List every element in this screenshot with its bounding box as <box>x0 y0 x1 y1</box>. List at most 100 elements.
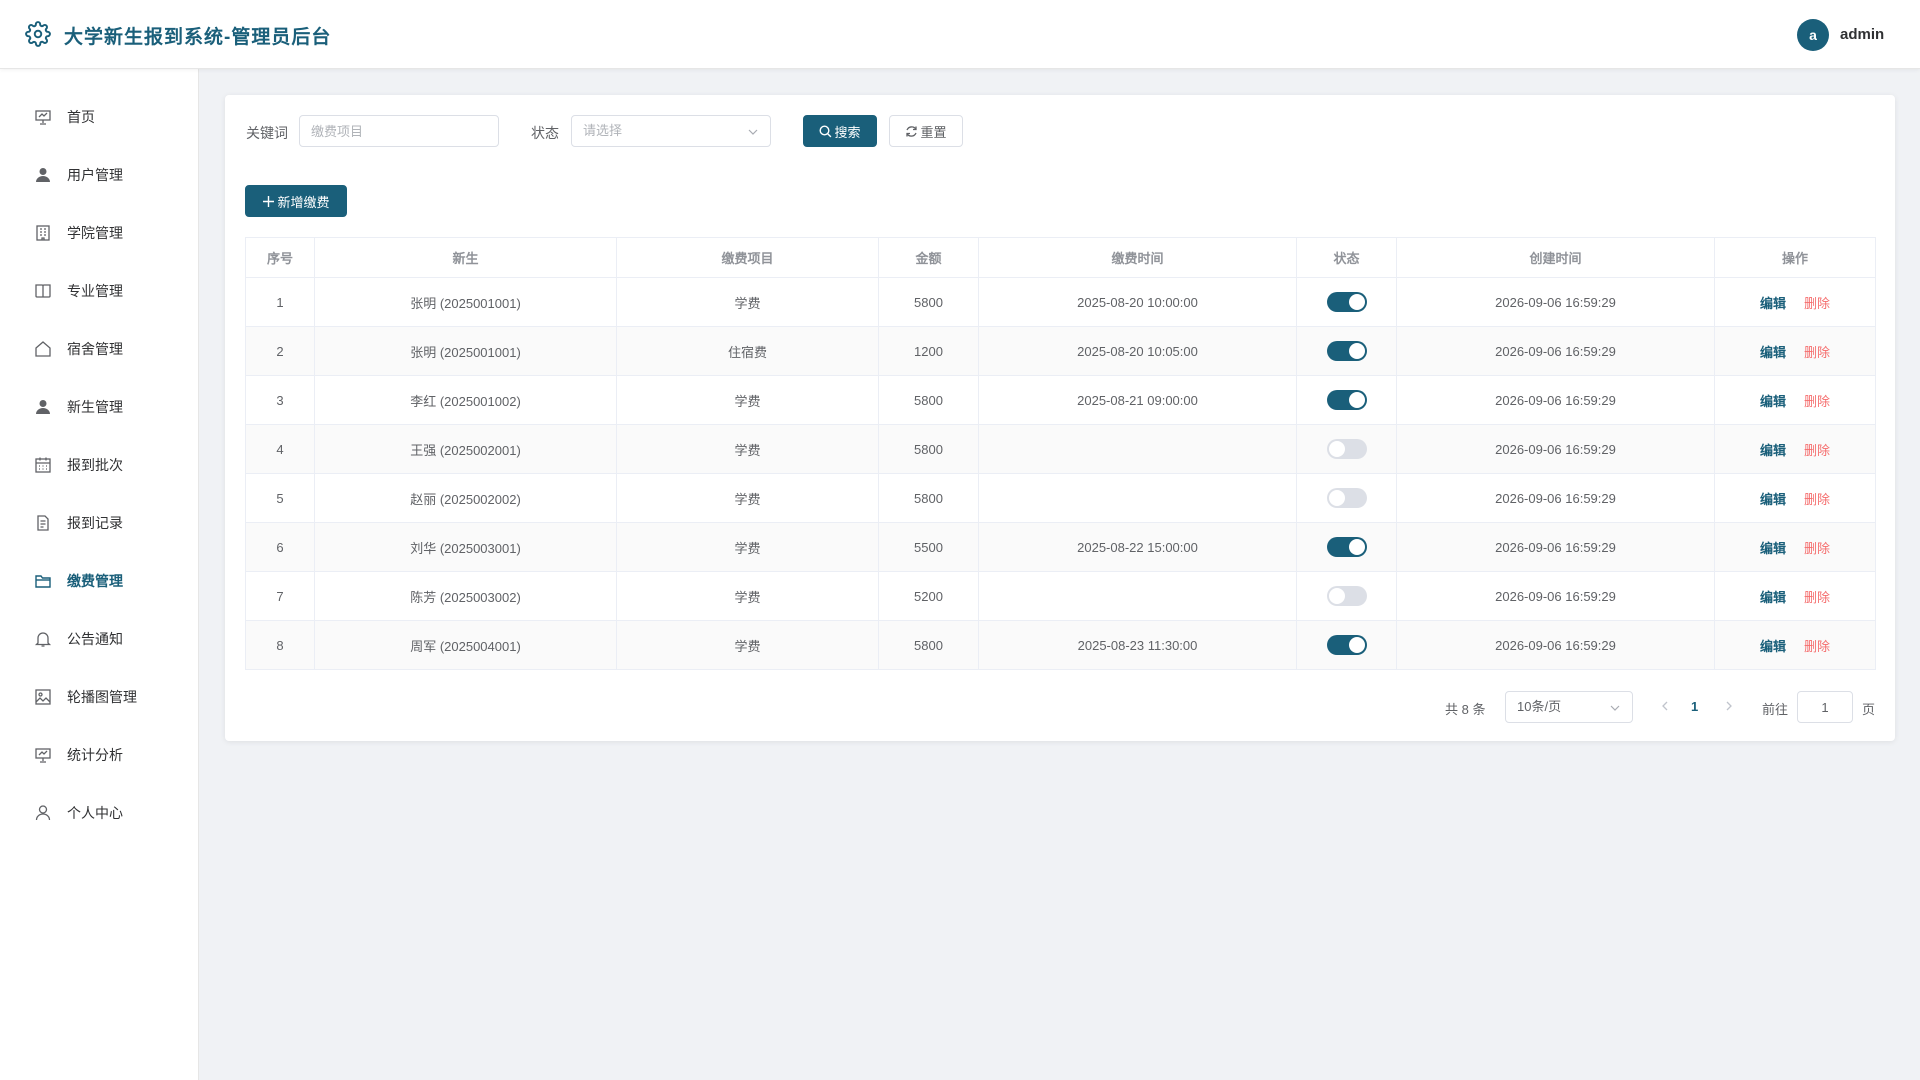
column-header: 状态 <box>1296 237 1397 278</box>
edit-link[interactable]: 编辑 <box>1760 296 1786 311</box>
edit-link[interactable]: 编辑 <box>1760 639 1786 654</box>
cell-student: 陈芳 (2025003002) <box>314 571 617 621</box>
column-header: 新生 <box>314 237 617 278</box>
cell-status <box>1296 571 1397 621</box>
status-toggle[interactable] <box>1326 292 1367 312</box>
page-number-current[interactable]: 1 <box>1691 699 1698 714</box>
cell-index: 3 <box>245 375 315 425</box>
cell-item: 学费 <box>616 522 879 572</box>
edit-link[interactable]: 编辑 <box>1760 541 1786 556</box>
sidebar-item-label: 新生管理 <box>67 399 123 415</box>
delete-link[interactable]: 删除 <box>1804 590 1830 605</box>
cell-student: 赵丽 (2025002002) <box>314 473 617 523</box>
delete-link[interactable]: 删除 <box>1804 345 1830 360</box>
status-toggle[interactable] <box>1326 488 1367 508</box>
delete-link[interactable]: 删除 <box>1804 394 1830 409</box>
cell-item: 学费 <box>616 375 879 425</box>
status-toggle[interactable] <box>1326 586 1367 606</box>
sidebar-item-label: 用户管理 <box>67 167 123 183</box>
cell-student: 李红 (2025001002) <box>314 375 617 425</box>
sidebar-item-carousel[interactable]: 轮播图管理 <box>0 669 198 725</box>
table-header-row: 序号 新生 缴费项目 金额 缴费时间 状态 创建时间 操作 <box>245 237 1876 278</box>
cell-actions: 编辑 删除 <box>1714 277 1876 327</box>
status-select-placeholder: 请选择 <box>583 123 623 138</box>
sidebar-item-home[interactable]: 首页 <box>0 89 198 145</box>
edit-link[interactable]: 编辑 <box>1760 590 1786 605</box>
building-icon <box>36 225 50 241</box>
keyword-input[interactable] <box>299 115 499 147</box>
refresh-icon <box>906 125 918 137</box>
sidebar-item-profile[interactable]: 个人中心 <box>0 785 198 841</box>
page-size-select[interactable]: 10条/页 <box>1505 691 1633 723</box>
cell-created: 2026-09-06 16:59:29 <box>1396 326 1715 376</box>
status-toggle[interactable] <box>1326 537 1367 557</box>
table-row: 4 王强 (2025002001) 学费 5800 2026-09-06 16:59:2… <box>245 424 1876 474</box>
cell-status <box>1296 424 1397 474</box>
status-toggle[interactable] <box>1326 341 1367 361</box>
cell-amount: 5800 <box>878 375 979 425</box>
page-size-value: 10条/页 <box>1517 699 1562 714</box>
sidebar-item-freshmen[interactable]: 新生管理 <box>0 379 198 435</box>
goto-label: 前往 <box>1762 702 1789 717</box>
sidebar-item-payments[interactable]: 缴费管理 <box>0 553 198 609</box>
sidebar-item-batches[interactable]: 报到批次 <box>0 437 198 493</box>
cell-pay-time <box>978 571 1297 621</box>
cell-actions: 编辑 删除 <box>1714 522 1876 572</box>
sidebar-item-users[interactable]: 用户管理 <box>0 147 198 203</box>
status-toggle[interactable] <box>1326 439 1367 459</box>
sidebar-item-label: 个人中心 <box>67 805 123 821</box>
cell-amount: 5800 <box>878 473 979 523</box>
next-page-icon[interactable] <box>1722 699 1736 713</box>
edit-link[interactable]: 编辑 <box>1760 345 1786 360</box>
cell-actions: 编辑 删除 <box>1714 473 1876 523</box>
sidebar-item-colleges[interactable]: 学院管理 <box>0 205 198 261</box>
sidebar-item-notices[interactable]: 公告通知 <box>0 611 198 667</box>
add-payment-button[interactable]: 新增缴费 <box>245 185 347 217</box>
avatar[interactable]: a <box>1797 19 1829 51</box>
cell-student: 王强 (2025002001) <box>314 424 617 474</box>
edit-link[interactable]: 编辑 <box>1760 394 1786 409</box>
cell-pay-time: 2025-08-22 15:00:00 <box>978 522 1297 572</box>
status-toggle[interactable] <box>1326 635 1367 655</box>
calendar-icon <box>35 457 51 473</box>
reset-button[interactable]: 重置 <box>889 115 963 147</box>
toggle-knob <box>1348 539 1365 555</box>
cell-pay-time: 2025-08-20 10:00:00 <box>978 277 1297 327</box>
cell-index: 7 <box>245 571 315 621</box>
prev-page-icon[interactable] <box>1658 699 1672 713</box>
top-header: 大学新生报到系统-管理员后台 a admin <box>0 0 1920 69</box>
delete-link[interactable]: 删除 <box>1804 296 1830 311</box>
status-select[interactable]: 请选择 <box>571 115 771 147</box>
cell-index: 4 <box>245 424 315 474</box>
cell-pay-time: 2025-08-21 09:00:00 <box>978 375 1297 425</box>
delete-link[interactable]: 删除 <box>1804 492 1830 507</box>
cell-actions: 编辑 删除 <box>1714 375 1876 425</box>
cell-created: 2026-09-06 16:59:29 <box>1396 522 1715 572</box>
cell-status <box>1296 522 1397 572</box>
delete-link[interactable]: 删除 <box>1804 443 1830 458</box>
search-button[interactable]: 搜索 <box>803 115 877 147</box>
sidebar-item-label: 轮播图管理 <box>67 689 137 705</box>
username[interactable]: admin <box>1840 26 1884 43</box>
sidebar-item-label: 统计分析 <box>67 747 123 763</box>
edit-link[interactable]: 编辑 <box>1760 492 1786 507</box>
sidebar-item-majors[interactable]: 专业管理 <box>0 263 198 319</box>
edit-link[interactable]: 编辑 <box>1760 443 1786 458</box>
delete-link[interactable]: 删除 <box>1804 541 1830 556</box>
reset-button-label: 重置 <box>920 124 947 140</box>
cell-student: 周军 (2025004001) <box>314 620 617 670</box>
column-header: 创建时间 <box>1396 237 1715 278</box>
sidebar-item-records[interactable]: 报到记录 <box>0 495 198 551</box>
search-button-label: 搜索 <box>834 124 861 140</box>
sidebar-item-label: 首页 <box>67 109 95 125</box>
cell-student: 张明 (2025001001) <box>314 326 617 376</box>
cell-index: 6 <box>245 522 315 572</box>
goto-page-input[interactable] <box>1797 691 1853 723</box>
status-toggle[interactable] <box>1326 390 1367 410</box>
cell-index: 5 <box>245 473 315 523</box>
cell-pay-time <box>978 424 1297 474</box>
delete-link[interactable]: 删除 <box>1804 639 1830 654</box>
sidebar-item-dorms[interactable]: 宿舍管理 <box>0 321 198 377</box>
sidebar-item-statistics[interactable]: 统计分析 <box>0 727 198 783</box>
cell-amount: 5500 <box>878 522 979 572</box>
